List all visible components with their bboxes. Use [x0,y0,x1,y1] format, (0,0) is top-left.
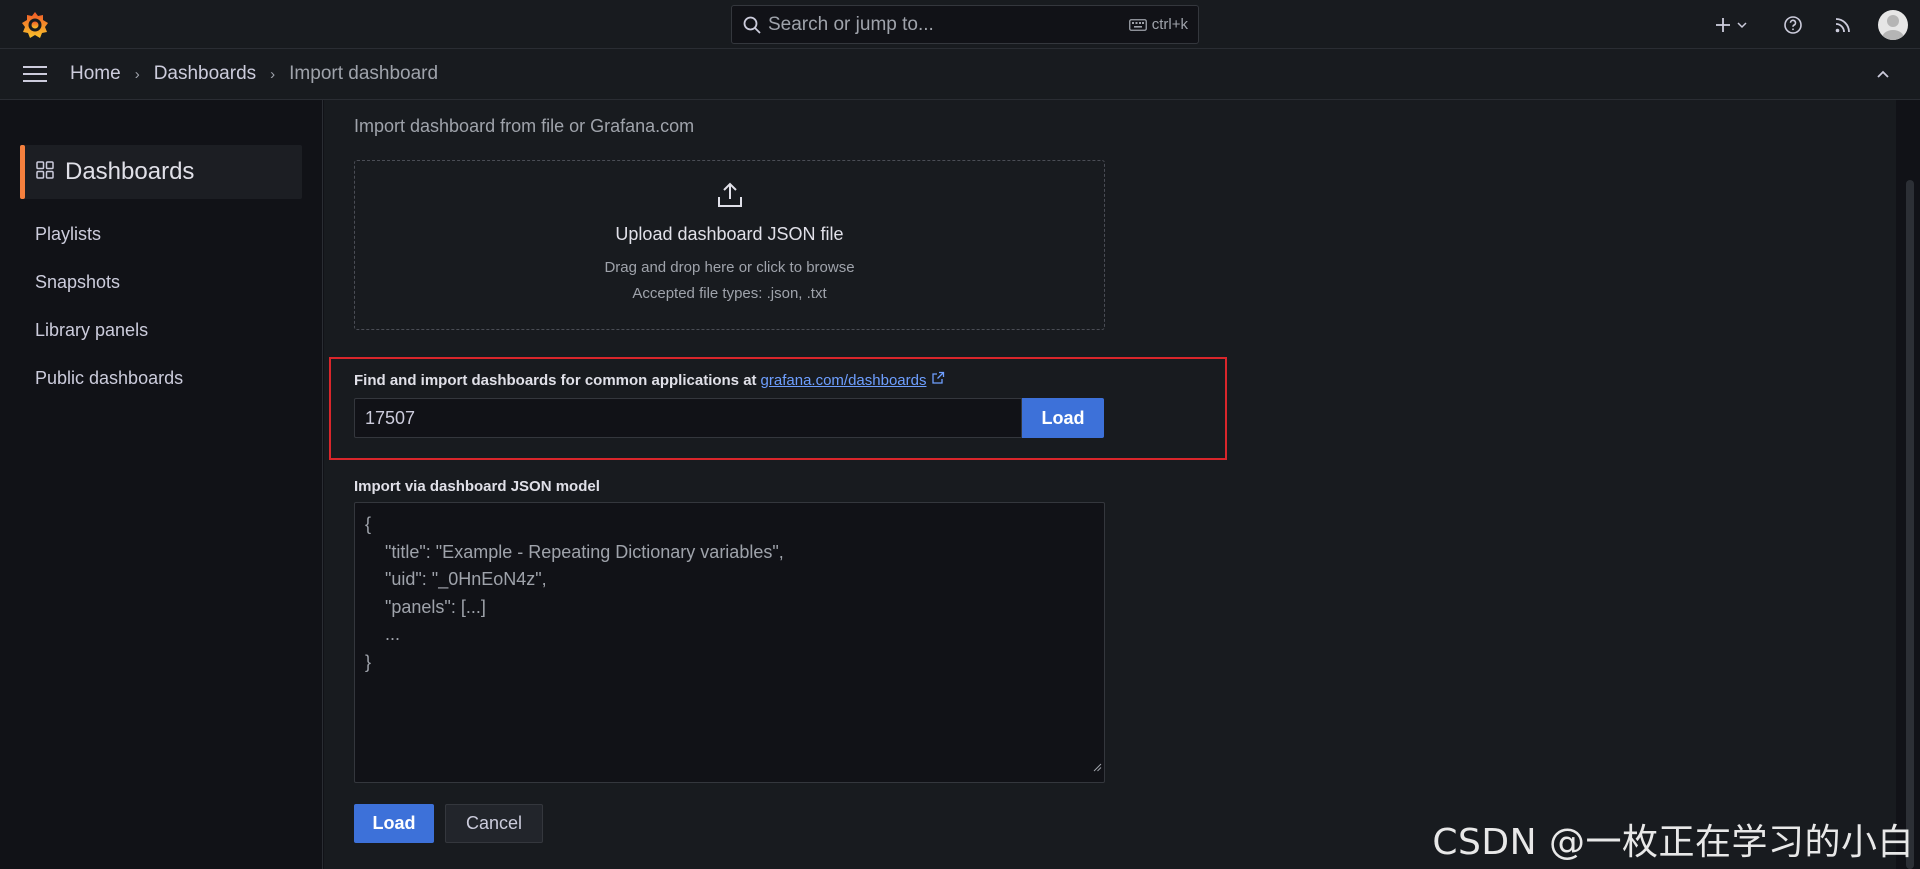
chevron-down-icon [1737,21,1747,28]
active-indicator [20,145,25,199]
grafana-com-label-text: Find and import dashboards for common ap… [354,371,757,389]
news-button[interactable] [1828,0,1858,49]
grafana-logo-icon[interactable] [20,10,50,40]
search-shortcut: ctrl+k [1128,16,1188,33]
top-right-actions [1708,0,1920,49]
breadcrumb-separator: › [270,65,276,83]
help-icon [1784,15,1802,34]
grafana-com-id-input[interactable]: 17507 [354,398,1022,438]
collapse-header-button[interactable] [1872,63,1894,85]
menu-toggle-button[interactable] [20,59,50,89]
upload-hint: Drag and drop here or click to browse [604,259,855,276]
breadcrumb: Home › Dashboards › Import dashboard [70,63,438,85]
shortcut-label: ctrl+k [1151,16,1188,33]
search-placeholder: Search or jump to... [768,13,934,35]
section-sidebar: Dashboards Playlists Snapshots Library p… [0,100,323,869]
section-nav-list: Playlists Snapshots Library panels Publi… [35,210,183,402]
json-model-placeholder: { "title": "Example - Repeating Dictiona… [365,514,784,672]
load-id-button[interactable]: Load [1022,398,1104,438]
user-icon [1882,14,1904,40]
new-menu-button[interactable] [1708,0,1754,49]
user-avatar[interactable] [1878,9,1908,40]
resize-handle-icon[interactable] [1093,753,1102,781]
upload-file-types: Accepted file types: .json, .txt [632,285,827,302]
upload-icon [716,181,744,214]
search-icon [742,15,762,35]
apps-icon [36,160,54,184]
sidebar-item-playlists[interactable]: Playlists [35,210,183,258]
page-subtitle: Import dashboard from file or Grafana.co… [354,116,695,136]
chevron-up-icon [1877,70,1889,78]
breadcrumb-home[interactable]: Home [70,63,121,85]
rss-icon [1835,17,1850,32]
cancel-button[interactable]: Cancel [445,804,543,843]
load-json-button[interactable]: Load [354,804,434,843]
section-nav-dashboards[interactable]: Dashboards [20,145,302,199]
top-bar: Search or jump to... ctrl+k [0,0,1920,49]
keyboard-icon [1128,18,1147,31]
grafana-com-link[interactable]: grafana.com/dashboards [761,372,927,389]
section-title: Dashboards [65,158,195,185]
grafana-com-label: Find and import dashboards for common ap… [354,371,945,389]
external-link-icon[interactable] [931,371,945,389]
sidebar-item-library-panels[interactable]: Library panels [35,306,183,354]
json-model-textarea[interactable]: { "title": "Example - Repeating Dictiona… [354,502,1105,783]
breadcrumb-dashboards[interactable]: Dashboards [154,63,256,85]
file-drop-zone[interactable]: Upload dashboard JSON file Drag and drop… [354,160,1105,330]
breadcrumb-bar: Home › Dashboards › Import dashboard [0,49,1920,100]
scrollbar[interactable] [1896,100,1920,869]
sidebar-item-public-dashboards[interactable]: Public dashboards [35,354,183,402]
breadcrumb-separator: › [134,65,140,83]
search-input[interactable]: Search or jump to... ctrl+k [731,5,1199,44]
scrollbar-thumb[interactable] [1906,180,1914,869]
hamburger-icon [23,66,47,82]
watermark: CSDN @一枚正在学习的小白 [1432,822,1914,863]
plus-icon [1716,17,1730,32]
upload-title: Upload dashboard JSON file [615,224,844,244]
breadcrumb-current: Import dashboard [289,63,439,84]
json-model-label: Import via dashboard JSON model [354,478,600,495]
help-button[interactable] [1778,0,1808,49]
sidebar-item-snapshots[interactable]: Snapshots [35,258,183,306]
